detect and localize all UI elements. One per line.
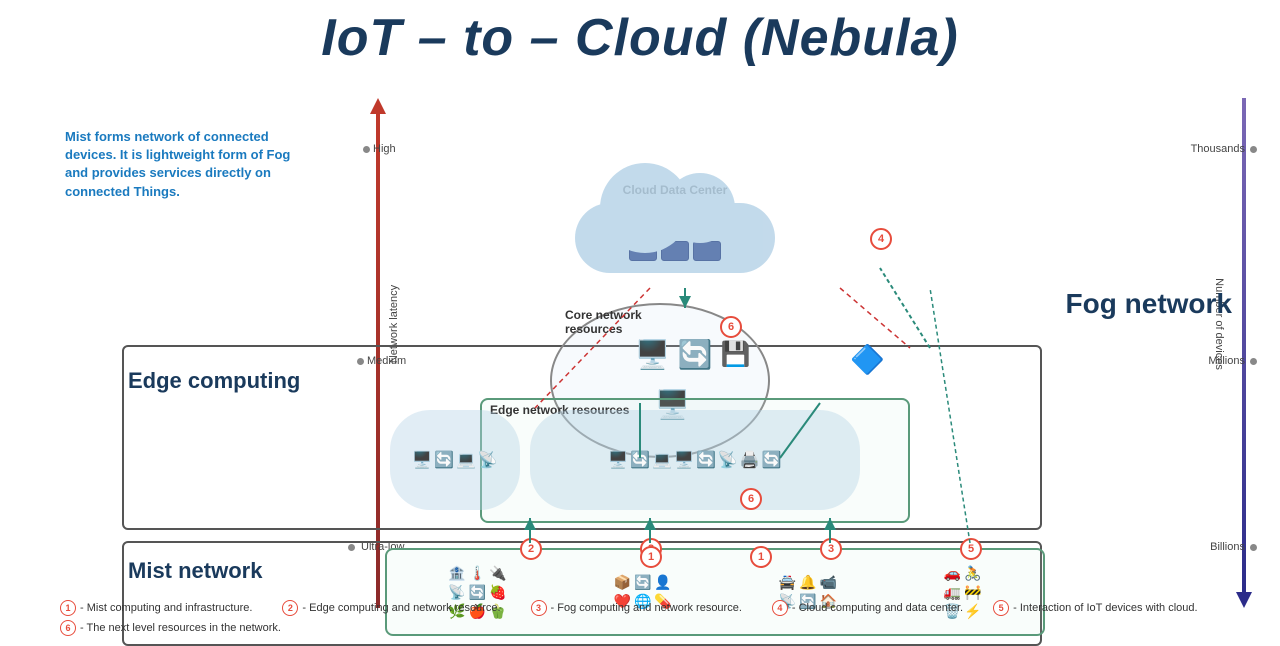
badge-6-core: 6 — [720, 316, 742, 338]
legend-text-4: - Cloud computing and data center. — [792, 602, 963, 614]
axis-line-right — [1242, 98, 1246, 592]
network-device-icon: 🔷 — [850, 343, 885, 376]
legend: 1 - Mist computing and infrastructure. 2… — [60, 596, 1220, 640]
tick-high: High — [373, 143, 396, 155]
cloud-datacenter: Cloud Data Center — [540, 183, 810, 293]
core-network-icons: 🖥️ 🔄 💾 — [635, 338, 751, 371]
cloud-shape — [575, 203, 775, 273]
badge-1-right: 1 — [750, 546, 772, 568]
axis-arrow-up — [370, 98, 386, 114]
legend-badge-2: 2 — [282, 600, 298, 616]
mist-network-label-text: Mist network — [128, 558, 262, 584]
edge-device-cloud-right: 🖥️ 🔄 💻 🖥️ 🔄 📡 🖨️ 🔄 — [530, 410, 860, 510]
main-diagram: Mist forms network of connected devices.… — [60, 88, 1260, 618]
page-title: IoT – to – Cloud (Nebula) — [0, 0, 1280, 68]
legend-item-1: 1 - Mist computing and infrastructure. — [60, 600, 252, 616]
axis-arrow-down — [1236, 592, 1252, 608]
legend-badge-1: 1 — [60, 600, 76, 616]
mist-description: Mist forms network of connected devices.… — [65, 128, 295, 201]
badge-3-right: 3 — [820, 538, 842, 560]
legend-text-6: - The next level resources in the networ… — [80, 622, 281, 634]
badge-5: 5 — [960, 538, 982, 560]
legend-text-2: - Edge computing and network resource. — [302, 602, 500, 614]
legend-badge-6: 6 — [60, 620, 76, 636]
edge-computing-label: Edge computing — [128, 368, 300, 394]
badge-6-edge: 6 — [740, 488, 762, 510]
badge-1-left: 1 — [640, 546, 662, 568]
legend-text-5: - Interaction of IoT devices with cloud. — [1013, 602, 1197, 614]
legend-badge-3: 3 — [531, 600, 547, 616]
tick-millions: Millions — [1208, 355, 1245, 367]
devices-axis — [1236, 98, 1252, 608]
legend-item-5: 5 - Interaction of IoT devices with clou… — [993, 600, 1197, 616]
legend-text-1: - Mist computing and infrastructure. — [80, 602, 252, 614]
legend-badge-5: 5 — [993, 600, 1009, 616]
legend-item-4: 4 - Cloud computing and data center. — [772, 600, 963, 616]
edge-device-cloud-left: 🖥️ 🔄 💻 📡 — [390, 410, 520, 510]
legend-item-3: 3 - Fog computing and network resource. — [531, 600, 742, 616]
badge-2: 2 — [520, 538, 542, 560]
tick-billions: Billions — [1210, 541, 1245, 553]
legend-item-2: 2 - Edge computing and network resource. — [282, 600, 500, 616]
badge-4: 4 — [870, 228, 892, 250]
legend-badge-4: 4 — [772, 600, 788, 616]
legend-text-3: - Fog computing and network resource. — [551, 602, 742, 614]
fog-network-label: Fog network — [1066, 288, 1232, 320]
tick-thousands: Thousands — [1191, 143, 1245, 155]
core-network-label: Core networkresources — [565, 308, 642, 336]
legend-item-6: 6 - The next level resources in the netw… — [60, 620, 281, 636]
